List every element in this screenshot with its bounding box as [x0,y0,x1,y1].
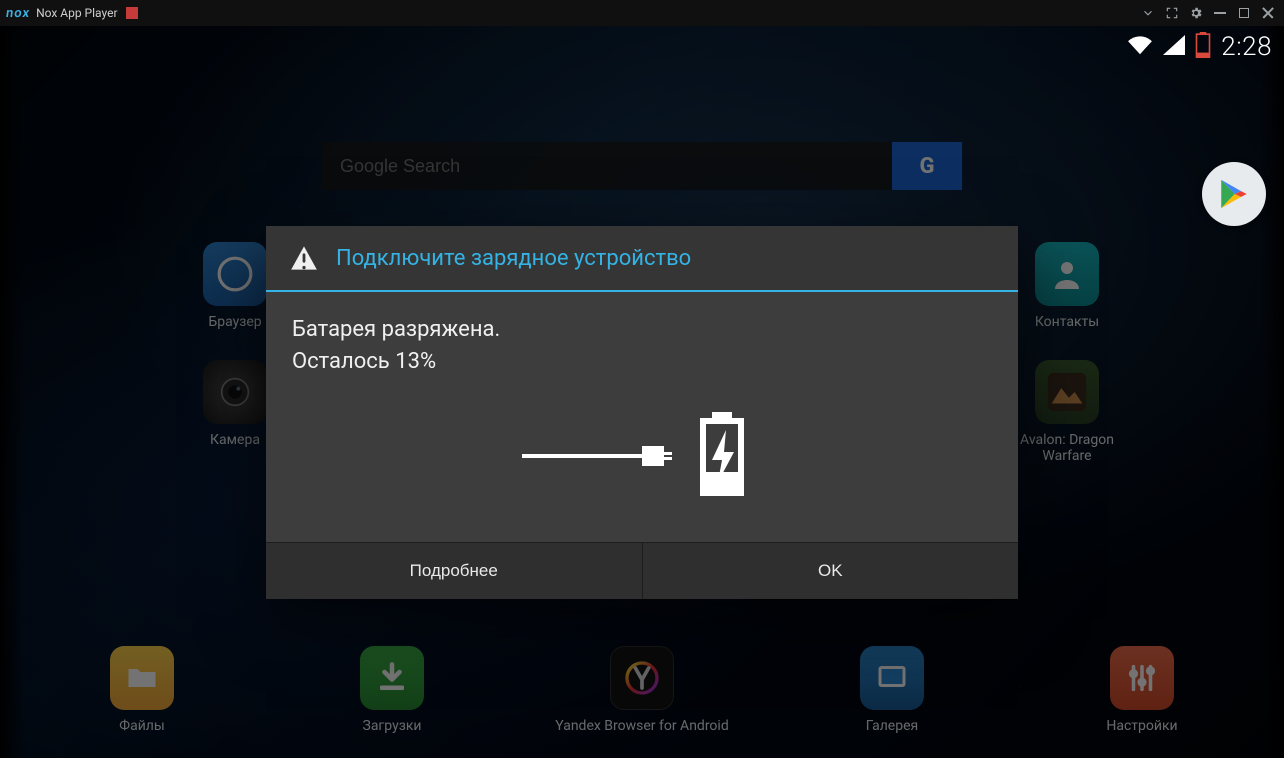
warning-icon [290,244,318,272]
charger-illustration-icon [292,406,992,506]
dialog-line1: Батарея разряжена. [292,314,992,346]
battery-dialog: Подключите зарядное устройство Батарея р… [266,226,1018,599]
settings-icon[interactable] [1186,3,1206,23]
title-bar: nox Nox App Player [0,0,1284,26]
android-status-bar: 2:28 [1127,32,1272,62]
dialog-message: Батарея разряжена. Осталось 13% [292,314,992,378]
dialog-body: Батарея разряжена. Осталось 13% [266,292,1018,542]
nox-logo: nox [5,6,31,21]
wifi-icon [1127,35,1153,59]
window-title: Nox App Player [36,6,117,20]
dialog-title: Подключите зарядное устройство [336,246,691,271]
dialog-line2: Осталось 13% [292,346,992,378]
minimize-button[interactable] [1210,3,1230,23]
close-button[interactable] [1258,3,1278,23]
dialog-header: Подключите зарядное устройство [266,226,1018,290]
dialog-more-button[interactable]: Подробнее [266,543,642,599]
clock: 2:28 [1221,32,1272,62]
battery-low-icon [1195,32,1211,62]
fullscreen-icon[interactable] [1162,3,1182,23]
dialog-ok-button[interactable]: OK [642,543,1019,599]
recording-indicator-icon [126,7,138,19]
dropdown-icon[interactable] [1138,3,1158,23]
signal-icon [1163,35,1185,59]
dialog-actions: Подробнее OK [266,542,1018,599]
play-store-fab[interactable] [1202,162,1266,226]
maximize-button[interactable] [1234,3,1254,23]
emulator-viewport: 2:28 G Браузер Контакты Камера [0,26,1284,758]
